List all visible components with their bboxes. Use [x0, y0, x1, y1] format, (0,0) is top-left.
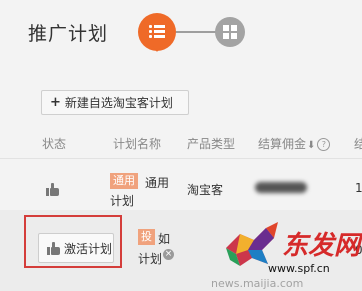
- grid-icon: [223, 25, 237, 39]
- column-header-product-type: 产品类型: [187, 137, 236, 151]
- product-type: 淘宝客: [187, 183, 224, 197]
- help-icon[interactable]: ?: [317, 138, 331, 151]
- column-header-commission[interactable]: 结算佣金⬇?: [258, 135, 331, 152]
- new-plan-button[interactable]: + 新建自选淘宝客计划: [41, 90, 189, 115]
- page-title: 推广计划: [28, 23, 109, 45]
- list-icon: [149, 25, 165, 39]
- plan-name-line2[interactable]: 计划: [110, 192, 134, 209]
- watermark-url-secondary: news.maijia.com: [211, 277, 304, 290]
- plan-name[interactable]: 如: [158, 230, 170, 247]
- thumbs-up-icon: [47, 241, 61, 255]
- plan-type-tag: 投: [138, 229, 155, 245]
- plan-type-tag: 通用: [110, 173, 138, 189]
- commission-value-redacted: [255, 182, 307, 193]
- step-grid-button[interactable]: [215, 17, 245, 47]
- plus-icon: +: [50, 95, 61, 110]
- plan-name-line2[interactable]: 计划: [138, 250, 162, 267]
- watermark-url: www.spf.cn: [268, 262, 330, 275]
- sort-down-icon[interactable]: ⬇: [307, 140, 315, 151]
- close-icon[interactable]: ×: [163, 249, 174, 260]
- activate-plan-button[interactable]: 激活计划: [38, 233, 114, 263]
- step-list-button[interactable]: [138, 13, 176, 52]
- thumbs-up-icon[interactable]: [46, 183, 60, 196]
- watermark-logo-text: 东发网: [282, 231, 362, 261]
- column-header-plan-name: 计划名称: [113, 137, 162, 151]
- column-header-status: 状态: [42, 137, 67, 151]
- header-divider: [0, 158, 362, 159]
- activate-plan-label: 激活计划: [64, 241, 113, 256]
- column-header-overflow: 结: [354, 137, 362, 151]
- new-plan-label: 新建自选淘宝客计划: [64, 96, 173, 110]
- plan-name[interactable]: 通用: [145, 174, 169, 191]
- commission-header-label: 结算佣金: [258, 137, 307, 151]
- step-connector: [176, 31, 216, 33]
- row-overflow-value: 1: [355, 181, 362, 195]
